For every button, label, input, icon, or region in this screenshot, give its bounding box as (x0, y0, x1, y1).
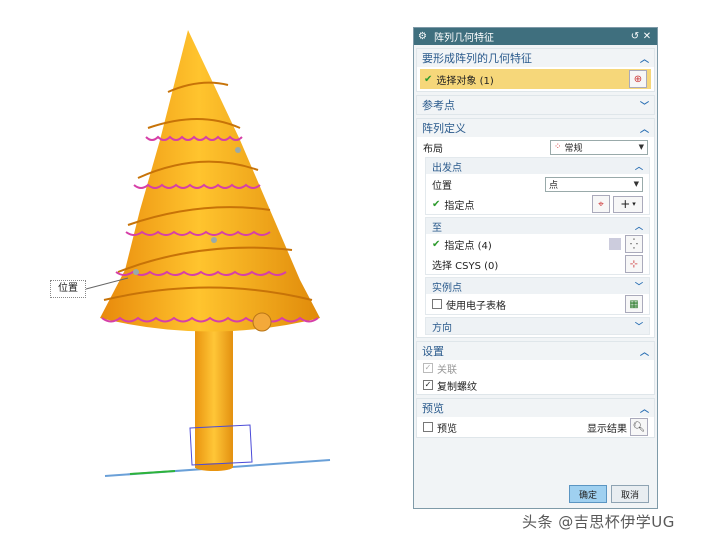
spreadsheet-icon[interactable]: ▦ (625, 295, 643, 313)
use-spreadsheet-label: 使用电子表格 (446, 300, 506, 312)
copy-threads-checkbox[interactable]: ✓ (423, 380, 433, 390)
from-group: 出发点 ︿ 位置 点 ▼ ✔ 指定点 ⌖ + ▾ (425, 157, 650, 215)
close-icon[interactable]: ✕ (641, 31, 653, 42)
from-header[interactable]: 出发点 ︿ (426, 158, 649, 174)
select-object-row[interactable]: ✔ 选择对象 (1) ⊕ (420, 69, 651, 89)
preview-checkbox[interactable] (423, 422, 433, 432)
point-type-dropdown[interactable]: + ▾ (613, 195, 643, 213)
to-specify-point-label: 指定点 (4) (444, 240, 492, 252)
chevron-up-icon: ︿ (639, 347, 649, 358)
select-csys-row[interactable]: 选择 CSYS (0) ⊹ (426, 254, 649, 274)
gear-icon[interactable]: ⚙ (418, 31, 430, 42)
tree-model (85, 30, 331, 477)
watermark-text: 头条 @吉思杯伊学UG (522, 513, 675, 531)
associative-row: ✓ 关联 (417, 360, 654, 376)
from-specify-point-label: 指定点 (444, 200, 475, 212)
layout-label: 布局 (423, 143, 443, 155)
select-csys-label: 选择 CSYS (0) (432, 260, 499, 272)
section-settings-header[interactable]: 设置 ︿ (417, 342, 654, 360)
copy-threads-label: 复制螺纹 (437, 381, 477, 393)
dropdown-arrow-icon: ▼ (633, 180, 639, 188)
position-callout: 位置 (50, 280, 86, 298)
section-settings: 设置 ︿ ✓ 关联 ✓ 复制螺纹 (416, 341, 655, 395)
section-preview-header[interactable]: 预览 ︿ (417, 399, 654, 417)
section-geometry-header[interactable]: 要形成阵列的几何特征 ︿ (417, 49, 654, 67)
instance-group: 实例点 ﹀ 使用电子表格 ▦ (425, 277, 650, 315)
section-geometry: 要形成阵列的几何特征 ︿ ✔ 选择对象 (1) ⊕ (416, 48, 655, 92)
section-preview: 预览 ︿ 预览 显示结果 🔍︎ (416, 398, 655, 438)
layout-select[interactable]: ⁘ 常规 ▼ (550, 139, 648, 155)
list-icon[interactable] (609, 238, 621, 250)
section-pattern-def: 阵列定义 ︿ 布局 ⁘ 常规 ▼ 出发点 ︿ 位置 点 ▼ ✔ 指定点 ⌖ + … (416, 118, 655, 338)
to-header[interactable]: 至 ︿ (426, 218, 649, 234)
to-specify-point-row[interactable]: ✔ 指定点 (4) ⁛ (426, 234, 649, 254)
preview-label: 预览 (437, 423, 457, 435)
position-select[interactable]: 点 ▼ (545, 176, 643, 192)
ok-button[interactable]: 确定 (569, 485, 607, 503)
pattern-geometry-dialog: ⚙ 阵列几何特征 ↺ ✕ 要形成阵列的几何特征 ︿ ✔ 选择对象 (1) ⊕ 参… (413, 27, 658, 509)
csys-icon[interactable]: ⊹ (625, 255, 643, 273)
show-result-label: 显示结果 (587, 423, 627, 435)
associative-checkbox: ✓ (423, 363, 433, 373)
chevron-down-icon: ﹀ (635, 321, 643, 331)
preview-row: 预览 显示结果 🔍︎ (417, 417, 654, 437)
section-reference-header[interactable]: 参考点 ﹀ (417, 96, 654, 114)
chevron-down-icon: ﹀ (635, 281, 643, 291)
copy-threads-row: ✓ 复制螺纹 (417, 376, 654, 394)
chevron-up-icon: ︿ (639, 54, 649, 65)
position-label: 位置 (432, 180, 452, 192)
position-row: 位置 点 ▼ (426, 174, 649, 194)
use-spreadsheet-checkbox[interactable] (432, 299, 442, 309)
add-points-icon[interactable]: ⁛ (625, 235, 643, 253)
check-icon: ✔ (432, 198, 441, 210)
layout-general-icon: ⁘ (554, 142, 562, 152)
cancel-button[interactable]: 取消 (611, 485, 649, 503)
to-group: 至 ︿ ✔ 指定点 (4) ⁛ 选择 CSYS (0) ⊹ (425, 217, 650, 275)
chevron-up-icon: ︿ (639, 124, 649, 135)
chevron-up-icon: ︿ (635, 161, 643, 171)
associative-label: 关联 (437, 364, 457, 376)
chevron-up-icon: ︿ (639, 404, 649, 415)
layout-row: 布局 ⁘ 常规 ▼ (417, 137, 654, 157)
magnifier-icon[interactable]: 🔍︎ (630, 418, 648, 436)
direction-group: 方向 ﹀ (425, 317, 650, 335)
section-pattern-def-header[interactable]: 阵列定义 ︿ (417, 119, 654, 137)
crosshair-icon[interactable]: ⊕ (629, 70, 647, 88)
dialog-title: 阵列几何特征 (434, 33, 494, 44)
point-dialog-icon[interactable]: ⌖ (592, 195, 610, 213)
direction-header[interactable]: 方向 ﹀ (426, 318, 649, 334)
use-spreadsheet-row: 使用电子表格 ▦ (426, 294, 649, 314)
chevron-down-icon: ﹀ (639, 101, 649, 112)
from-specify-point-row[interactable]: ✔ 指定点 ⌖ + ▾ (426, 194, 649, 214)
select-object-label: 选择对象 (1) (436, 75, 494, 87)
dropdown-arrow-icon: ▼ (638, 143, 644, 151)
dialog-footer: 确定 取消 (414, 480, 657, 508)
section-reference: 参考点 ﹀ (416, 95, 655, 115)
check-icon: ✔ (424, 73, 433, 85)
model-viewport[interactable]: 位置 (0, 0, 410, 547)
instance-header[interactable]: 实例点 ﹀ (426, 278, 649, 294)
reset-icon[interactable]: ↺ (629, 31, 641, 42)
check-icon: ✔ (432, 238, 441, 250)
chevron-up-icon: ︿ (635, 221, 643, 231)
dialog-titlebar: ⚙ 阵列几何特征 ↺ ✕ (414, 28, 657, 45)
